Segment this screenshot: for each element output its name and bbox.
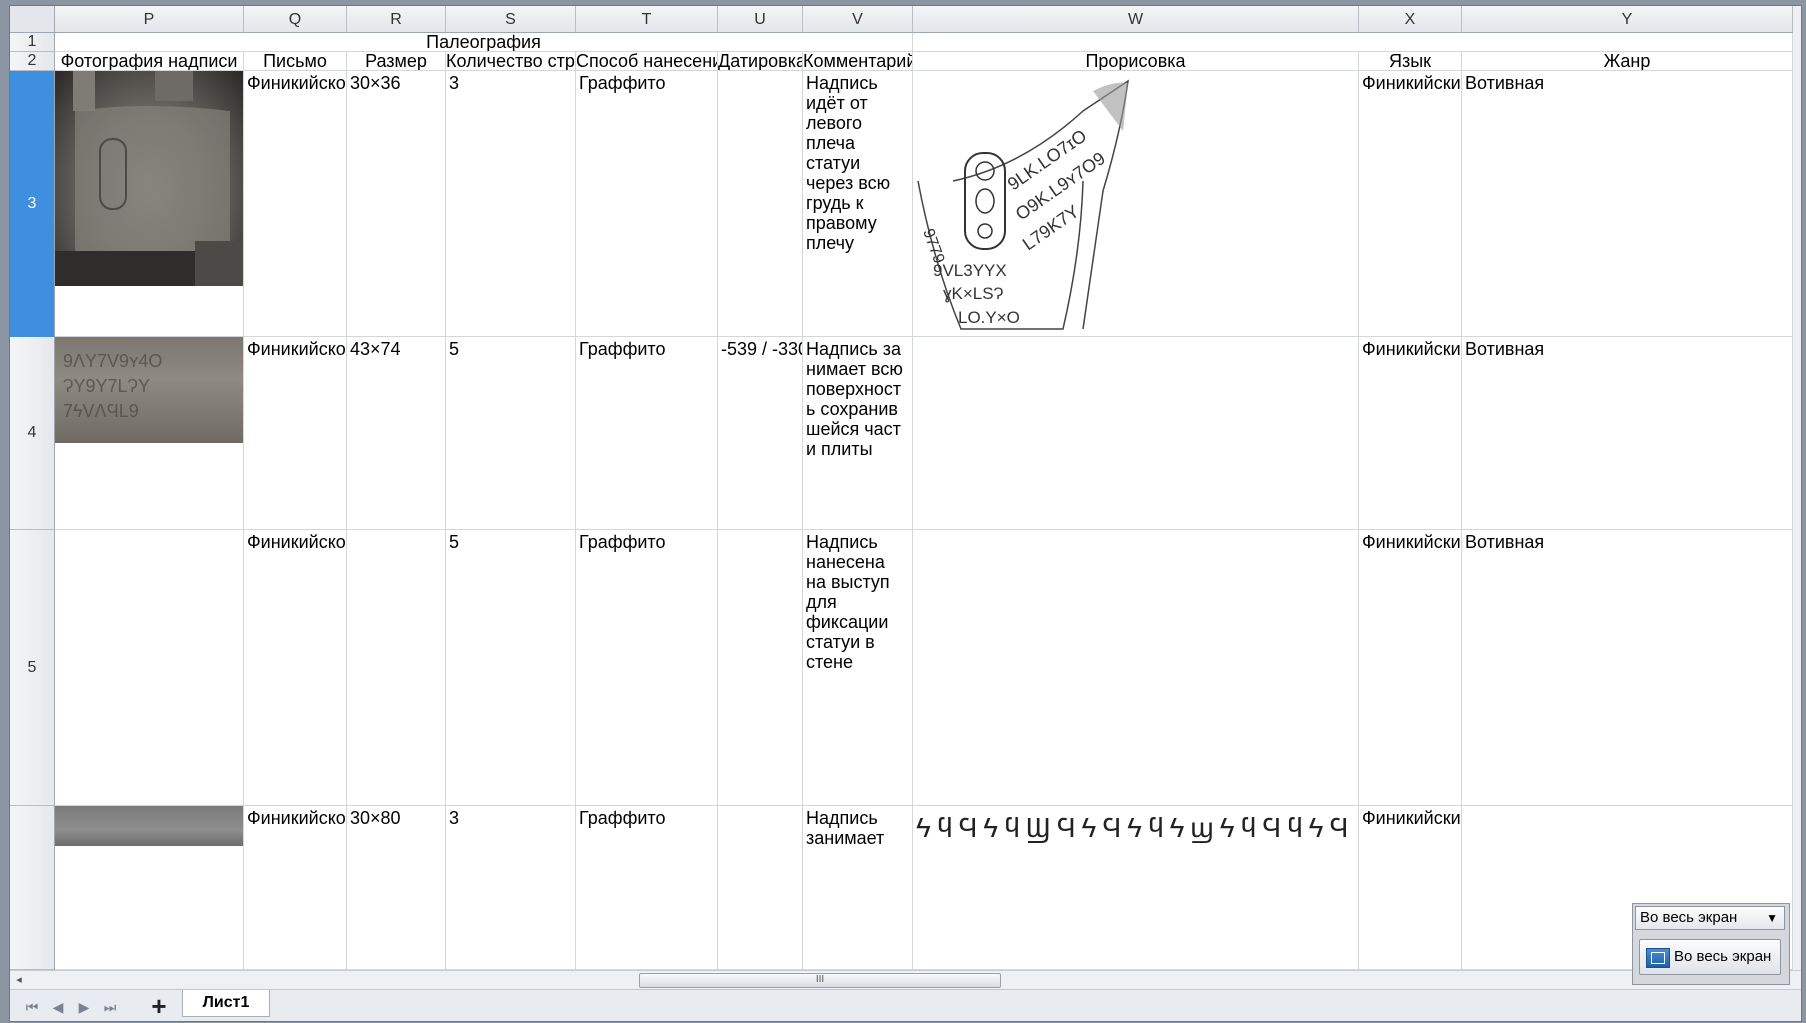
- cell-line-count[interactable]: 5: [446, 530, 576, 806]
- header-genre[interactable]: Жанр: [1462, 52, 1793, 71]
- row-header-5[interactable]: 5: [10, 530, 55, 806]
- scroll-left-icon[interactable]: ◂: [10, 971, 28, 989]
- col-header-t[interactable]: T: [576, 6, 718, 33]
- col-header-p[interactable]: P: [55, 6, 244, 33]
- col-header-v[interactable]: V: [803, 6, 913, 33]
- col-header-u[interactable]: U: [718, 6, 803, 33]
- cell-script[interactable]: Финикийское: [244, 337, 347, 530]
- header-method[interactable]: Способ нанесения: [576, 52, 718, 71]
- vertical-scrollbar[interactable]: [1793, 6, 1801, 970]
- cell-comment[interactable]: Надпись нанесена на выступ для фиксации …: [803, 530, 913, 806]
- cell-empty[interactable]: [913, 33, 1793, 52]
- cell-language[interactable]: Финикийский: [1359, 337, 1462, 530]
- cell-comment[interactable]: Надпись занимает всю поверхность сохрани…: [803, 337, 913, 530]
- cell-comment[interactable]: Надпись идёт от левого плеча статуи чере…: [803, 71, 913, 337]
- cell-method[interactable]: Граффито: [576, 806, 718, 970]
- col-header-q[interactable]: Q: [244, 6, 347, 33]
- header-dating[interactable]: Датировка: [718, 52, 803, 71]
- cell-line-count[interactable]: 3: [446, 806, 576, 970]
- spreadsheet-window: P Q R S T U V W X Y 1 2 3 4 5 Палеографи…: [10, 6, 1801, 1021]
- header-language[interactable]: Язык: [1359, 52, 1462, 71]
- cell-drawing-script[interactable]: ϟϥϤϟϥϢϤϟϤϟϥϟϣϟϥϤϥϟϤ: [913, 806, 1359, 970]
- cell-method[interactable]: Граффито: [576, 71, 718, 337]
- cell-method[interactable]: Граффито: [576, 337, 718, 530]
- cell-field-size[interactable]: 30×36: [347, 71, 446, 337]
- inscription-photo-slab: 9ɅY7V9ʏ4O ɁY9Y7LɁY 7ϟVɅϤL9: [55, 337, 243, 443]
- cell-genre[interactable]: Вотивная: [1462, 337, 1793, 530]
- cell-photo[interactable]: 9ɅY7V9ʏ4O ɁY9Y7LɁY 7ϟVɅϤL9: [55, 337, 244, 530]
- horizontal-scroll-thumb[interactable]: III: [639, 973, 1001, 988]
- sheet-tab-bar: ⏮ ◀ ▶ ⏭ + Лист1: [10, 989, 1801, 1021]
- horizontal-scrollbar[interactable]: ◂ III: [10, 970, 1801, 989]
- cell-language[interactable]: Финикийский: [1359, 806, 1462, 970]
- header-comment[interactable]: Комментарий: [803, 52, 913, 71]
- cell-script[interactable]: Финикийское: [244, 71, 347, 337]
- cell-photo[interactable]: [55, 530, 244, 806]
- cell-line-count[interactable]: 3: [446, 71, 576, 337]
- svg-text:ɁY9Y7LɁY: ɁY9Y7LɁY: [63, 376, 150, 396]
- cell-photo[interactable]: [55, 806, 244, 970]
- svg-text:9ɅY7V9ʏ4O: 9ɅY7V9ʏ4O: [63, 351, 162, 371]
- cell-dating[interactable]: -539 / -330: [718, 337, 803, 530]
- svg-text:7ϟVɅϤL9: 7ϟVɅϤL9: [63, 401, 139, 421]
- header-drawing[interactable]: Прорисовка: [913, 52, 1359, 71]
- inscription-drawing-statue: 9LK.LO7ɪO O9K.L9ʏ7O9 L79K7Y 9VL3YYX ɣK×L…: [917, 79, 1129, 330]
- add-sheet-button[interactable]: +: [146, 993, 172, 1019]
- cell-script[interactable]: Финикийское: [244, 806, 347, 970]
- header-field-size[interactable]: Размер поля: [347, 52, 446, 71]
- header-line-count[interactable]: Количество строк: [446, 52, 576, 71]
- col-header-r[interactable]: R: [347, 6, 446, 33]
- last-sheet-icon[interactable]: ⏭: [100, 997, 120, 1017]
- fullscreen-button[interactable]: Во весь экран: [1639, 939, 1781, 975]
- cell-field-size[interactable]: 30×80: [347, 806, 446, 970]
- cell-script[interactable]: Финикийское: [244, 530, 347, 806]
- next-sheet-icon[interactable]: ▶: [74, 997, 94, 1017]
- select-all-corner[interactable]: [10, 6, 55, 33]
- cell-language[interactable]: Финикийский: [1359, 530, 1462, 806]
- cell-method[interactable]: Граффито: [576, 530, 718, 806]
- col-header-x[interactable]: X: [1359, 6, 1462, 33]
- cell-language[interactable]: Финикийский: [1359, 71, 1462, 337]
- col-header-s[interactable]: S: [446, 6, 576, 33]
- cell-line-count[interactable]: 5: [446, 337, 576, 530]
- svg-text:ɣK×LSɁ: ɣK×LSɁ: [943, 284, 1004, 303]
- chevron-down-icon: ▼: [1766, 911, 1778, 925]
- row-header-6[interactable]: [10, 806, 55, 970]
- row-header-3[interactable]: 3: [10, 71, 55, 337]
- col-header-w[interactable]: W: [913, 6, 1359, 33]
- cell-dating[interactable]: [718, 806, 803, 970]
- cell-dating[interactable]: [718, 71, 803, 337]
- svg-text:9VL3YYX: 9VL3YYX: [933, 261, 1007, 280]
- merged-header-paleography[interactable]: Палеография: [55, 33, 913, 52]
- svg-text:LO.Y×O: LO.Y×O: [958, 308, 1020, 327]
- row-header-4[interactable]: 4: [10, 337, 55, 530]
- cell-drawing[interactable]: [913, 337, 1359, 530]
- prev-sheet-icon[interactable]: ◀: [48, 997, 68, 1017]
- svg-text:9779: 9779: [919, 227, 947, 266]
- cell-comment[interactable]: Надпись занимает: [803, 806, 913, 970]
- fullscreen-icon: [1646, 948, 1670, 968]
- sheet-tab-list1[interactable]: Лист1: [182, 990, 270, 1017]
- cell-drawing[interactable]: 9LK.LO7ɪO O9K.L9ʏ7O9 L79K7Y 9VL3YYX ɣK×L…: [913, 71, 1359, 337]
- col-header-y[interactable]: Y: [1462, 6, 1793, 33]
- cell-dating[interactable]: [718, 530, 803, 806]
- sheet-grid[interactable]: P Q R S T U V W X Y 1 2 3 4 5 Палеографи…: [10, 6, 1801, 970]
- header-photo[interactable]: Фотография надписи: [55, 52, 244, 71]
- cell-field-size[interactable]: [347, 530, 446, 806]
- fullscreen-button-label: Во весь экран: [1674, 948, 1772, 965]
- cell-photo[interactable]: [55, 71, 244, 337]
- row-header-1[interactable]: 1: [10, 33, 55, 52]
- cell-drawing[interactable]: [913, 530, 1359, 806]
- inscription-photo-stone: [55, 806, 243, 846]
- inscription-photo-statue: [55, 71, 243, 286]
- fullscreen-dropdown-value: Во весь экран: [1640, 909, 1738, 926]
- cell-genre[interactable]: Вотивная: [1462, 530, 1793, 806]
- first-sheet-icon[interactable]: ⏮: [22, 997, 42, 1017]
- row-header-2[interactable]: 2: [10, 52, 55, 71]
- header-script[interactable]: Письмо: [244, 52, 347, 71]
- fullscreen-dropdown[interactable]: Во весь экран ▼: [1635, 906, 1785, 930]
- fullscreen-toolbar: Во весь экран ▼ Во весь экран: [1632, 903, 1790, 985]
- cell-genre[interactable]: Вотивная: [1462, 71, 1793, 337]
- cell-field-size[interactable]: 43×74: [347, 337, 446, 530]
